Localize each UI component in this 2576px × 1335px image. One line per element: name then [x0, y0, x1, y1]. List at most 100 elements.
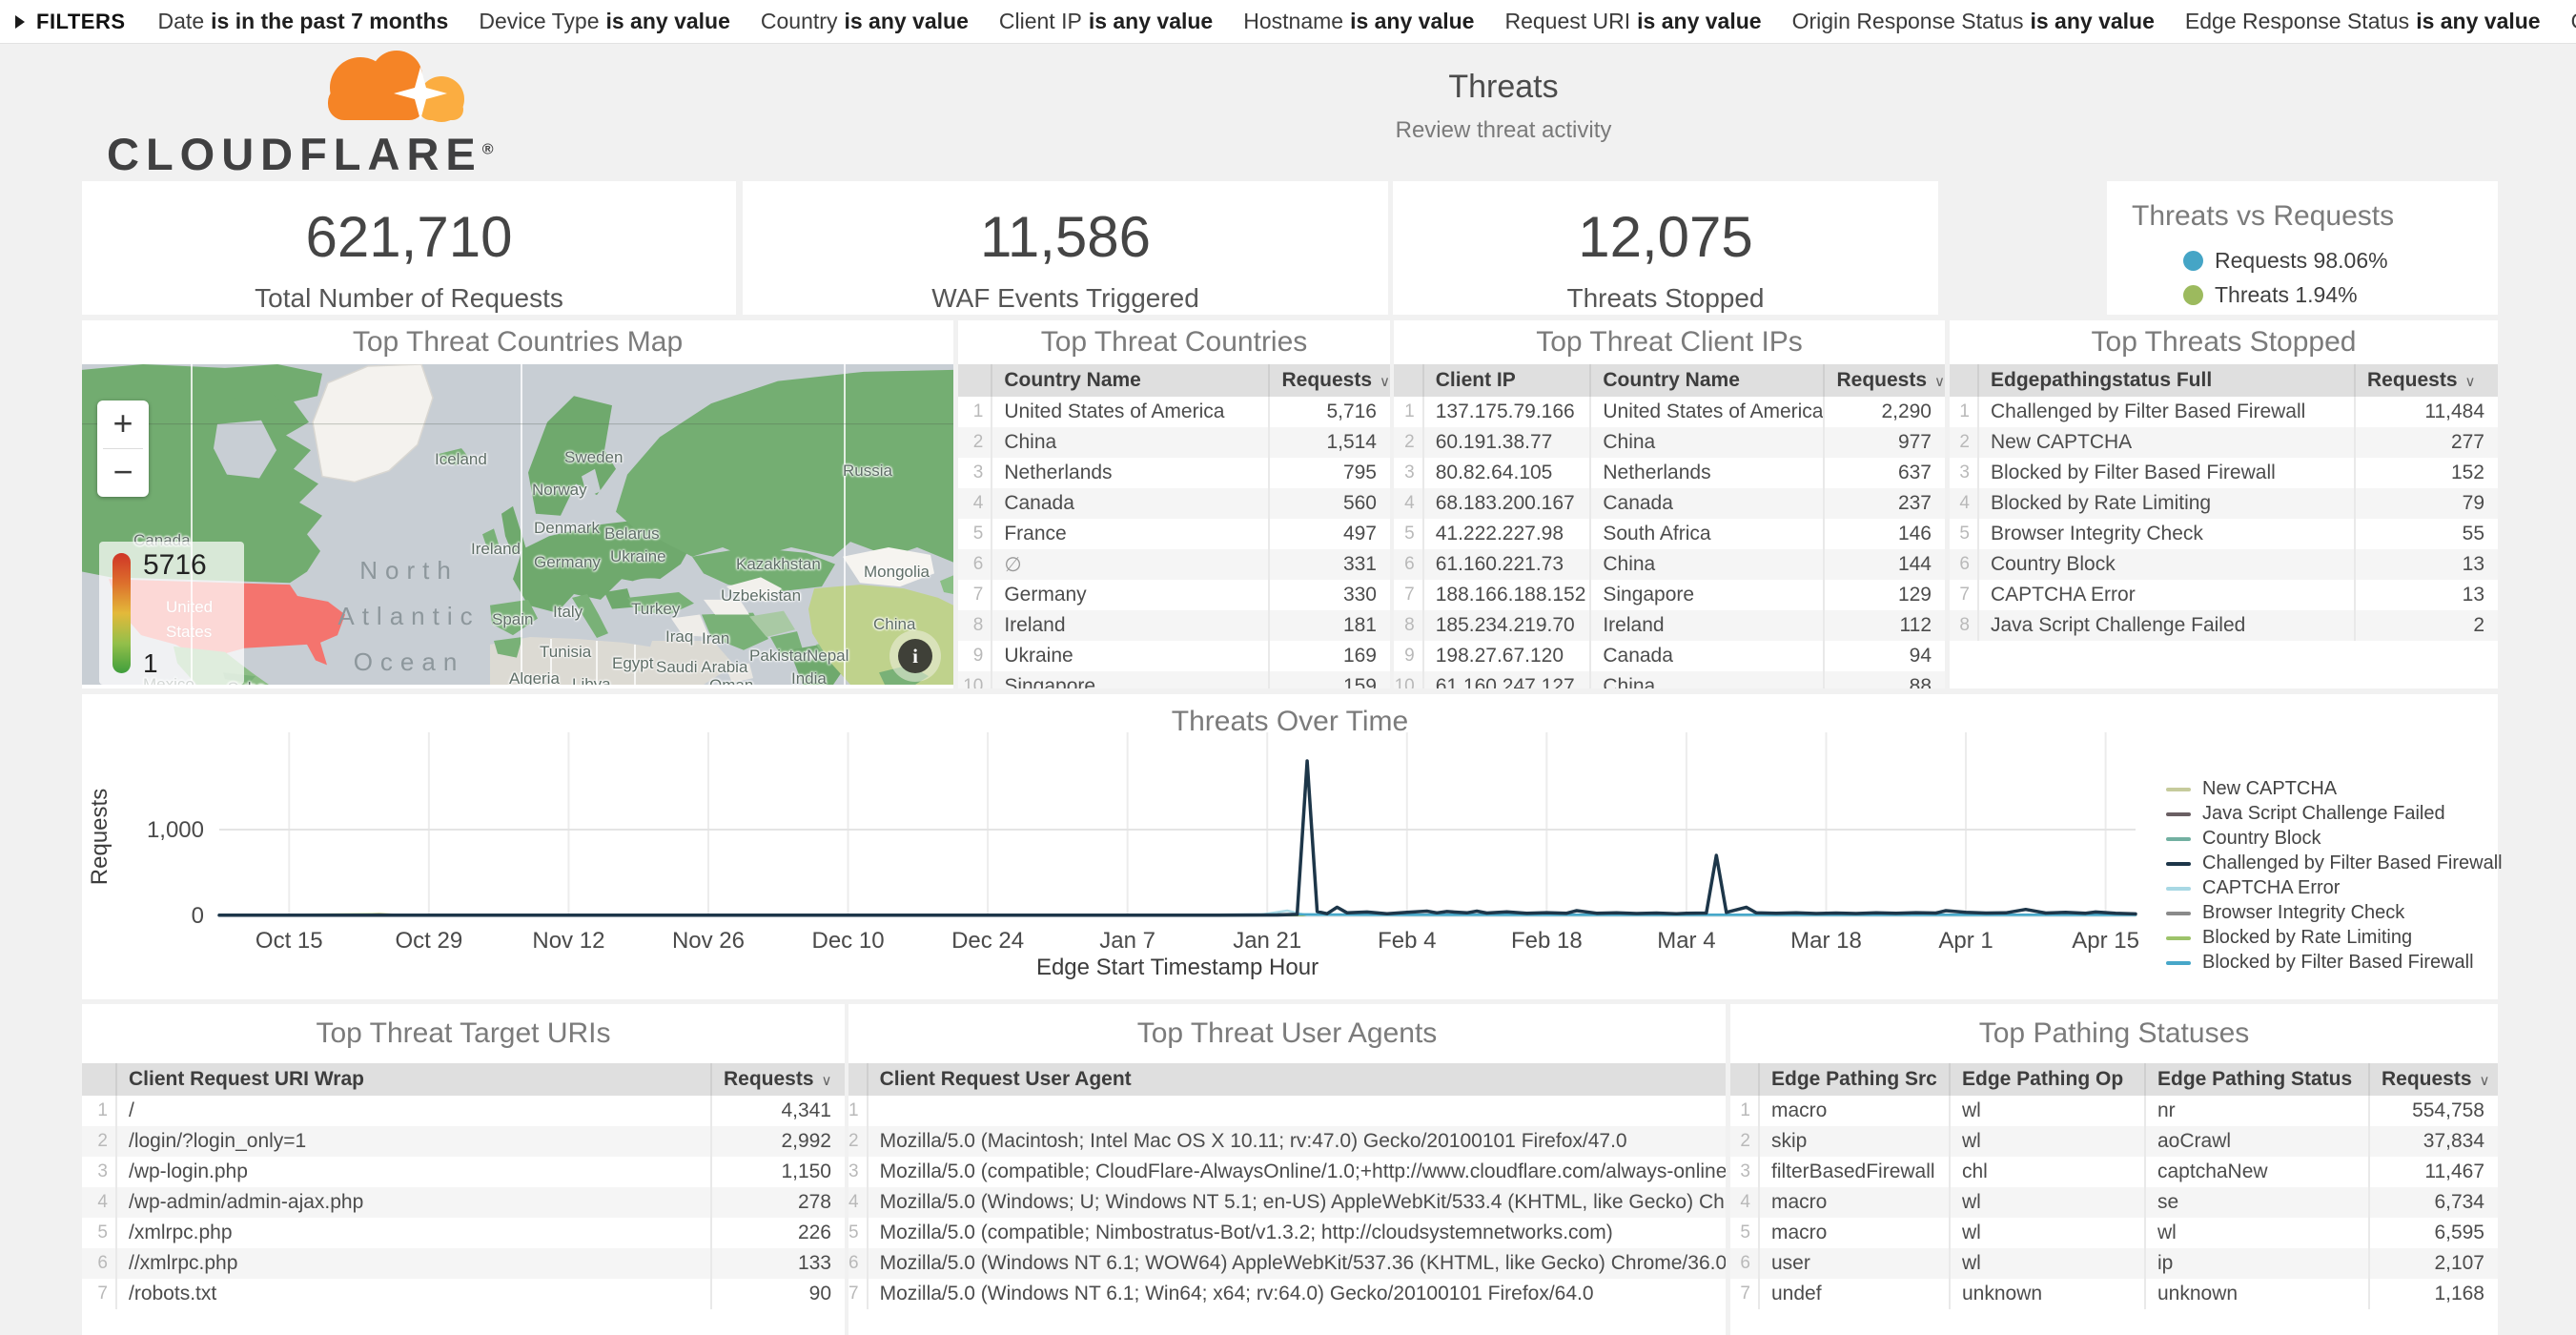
filter-chip[interactable]: Edge Response Statusis any value	[2185, 9, 2541, 34]
column-header[interactable]: Edge Pathing Op	[1950, 1063, 2145, 1096]
table-row[interactable]: 7Mozilla/5.0 (Windows NT 6.1; Win64; x64…	[848, 1279, 1726, 1309]
table-row[interactable]: 5macrowlwl6,595	[1730, 1218, 2498, 1248]
table-row[interactable]: 5Browser Integrity Check55	[1950, 519, 2498, 549]
table-row[interactable]: 468.183.200.167Canada237	[1394, 488, 1945, 519]
table-row[interactable]: 1061.160.247.127China88	[1394, 671, 1945, 688]
table-row[interactable]: 1/4,341	[82, 1096, 845, 1126]
table-row[interactable]: 7CAPTCHA Error13	[1950, 580, 2498, 610]
legend-item[interactable]: CAPTCHA Error	[2166, 877, 2503, 899]
table-row[interactable]: 4Mozilla/5.0 (Windows; U; Windows NT 5.1…	[848, 1187, 1726, 1218]
table-row[interactable]: 3/wp-login.php1,150	[82, 1157, 845, 1187]
svg-text:Jan 21: Jan 21	[1233, 928, 1301, 954]
filter-chip[interactable]: Hostnameis any value	[1243, 9, 1474, 34]
table-row[interactable]: 3filterBasedFirewallchlcaptchaNew11,467	[1730, 1157, 2498, 1187]
column-header[interactable]: Requests∨	[1269, 364, 1390, 397]
filter-chip[interactable]: Request URIis any value	[1504, 9, 1761, 34]
filter-chip[interactable]: Countryis any value	[761, 9, 969, 34]
column-header[interactable]: Country Name	[992, 364, 1269, 397]
legend-item[interactable]: Challenged by Filter Based Firewall	[2166, 852, 2503, 874]
column-header[interactable]: Edge Pathing Src	[1759, 1063, 1950, 1096]
table-row[interactable]: 3Netherlands795	[958, 458, 1390, 488]
legend-item[interactable]: Blocked by Filter Based Firewall	[2166, 952, 2503, 974]
table-row[interactable]: 1Challenged by Filter Based Firewall11,4…	[1950, 397, 2498, 427]
column-header[interactable]: Client Request URI Wrap	[116, 1063, 711, 1096]
legend-item[interactable]: Country Block	[2166, 828, 2503, 850]
card-title: Top Pathing Statuses	[1730, 1004, 2498, 1063]
map-label: Italy	[553, 603, 583, 622]
map-info-icon[interactable]: i	[898, 639, 932, 673]
map-label: Oman	[709, 676, 753, 685]
column-header[interactable]: Country Name	[1590, 364, 1824, 397]
world-map[interactable]: CanadaUnited StatesMexicoCubaIcelandSwed…	[82, 364, 953, 685]
table-row[interactable]: 7undefunknownunknown1,168	[1730, 1279, 2498, 1309]
legend-item[interactable]: New CAPTCHA	[2166, 778, 2503, 800]
threats-over-time-card: Threats Over Time Oct 15Oct 29Nov 12Nov …	[82, 694, 2498, 999]
legend-item[interactable]: Browser Integrity Check	[2166, 902, 2503, 924]
table-row[interactable]: 380.82.64.105Netherlands637	[1394, 458, 1945, 488]
filter-chip[interactable]: Dateis in the past 7 months	[158, 9, 449, 34]
table-row[interactable]: 6//xmlrpc.php133	[82, 1248, 845, 1279]
filters-expand-icon[interactable]	[15, 15, 25, 29]
column-header[interactable]: Client IP	[1423, 364, 1591, 397]
table-row[interactable]: 9198.27.67.120Canada94	[1394, 641, 1945, 671]
table-row[interactable]: 4macrowlse6,734	[1730, 1187, 2498, 1218]
table-row[interactable]: 1United States of America5,716	[958, 397, 1390, 427]
column-header[interactable]: Requests∨	[1824, 364, 1945, 397]
svg-text:Oct 15: Oct 15	[256, 928, 323, 954]
table-row[interactable]: 4Canada560	[958, 488, 1390, 519]
filter-bar: FILTERS Dateis in the past 7 months Devic…	[0, 0, 2576, 44]
table-row[interactable]: 2China1,514	[958, 427, 1390, 458]
table-row[interactable]: 2New CAPTCHA277	[1950, 427, 2498, 458]
legend-item[interactable]: Java Script Challenge Failed	[2166, 803, 2503, 825]
svg-text:1,000: 1,000	[147, 817, 204, 843]
table-row[interactable]: 4Blocked by Rate Limiting79	[1950, 488, 2498, 519]
filter-chip[interactable]: Origin IPis any value	[2571, 9, 2576, 34]
table-row[interactable]: 260.191.38.77China977	[1394, 427, 1945, 458]
threats-over-time-chart[interactable]: Oct 15Oct 29Nov 12Nov 26Dec 10Dec 24Jan …	[82, 694, 2498, 999]
table-row[interactable]: 3Blocked by Filter Based Firewall152	[1950, 458, 2498, 488]
table-row[interactable]: 2skipwlaoCrawl37,834	[1730, 1126, 2498, 1157]
table-row[interactable]: 6userwlip2,107	[1730, 1248, 2498, 1279]
column-header[interactable]: Requests∨	[2355, 364, 2498, 397]
table-row[interactable]: 3Mozilla/5.0 (compatible; CloudFlare-Alw…	[848, 1157, 1726, 1187]
table-row[interactable]: 7Germany330	[958, 580, 1390, 610]
zoom-out-button[interactable]: −	[97, 449, 149, 497]
table-row[interactable]: 5France497	[958, 519, 1390, 549]
table-row[interactable]: 8185.234.219.70Ireland112	[1394, 610, 1945, 641]
table-row[interactable]: 2/login/?login_only=12,992	[82, 1126, 845, 1157]
svg-text:Edge Start Timestamp Hour: Edge Start Timestamp Hour	[1036, 955, 1319, 980]
table-row[interactable]: 2Mozilla/5.0 (Macintosh; Intel Mac OS X …	[848, 1126, 1726, 1157]
table-row[interactable]: 8Ireland181	[958, 610, 1390, 641]
table-row[interactable]: 7188.166.188.152Singapore129	[1394, 580, 1945, 610]
table-row[interactable]: 4/wp-admin/admin-ajax.php278	[82, 1187, 845, 1218]
table-row[interactable]: 1	[848, 1096, 1726, 1126]
column-header[interactable]: Edge Pathing Status	[2145, 1063, 2369, 1096]
column-header[interactable]: Edgepathingstatus Full	[1978, 364, 2355, 397]
table-row[interactable]: 5/xmlrpc.php226	[82, 1218, 845, 1248]
table-row[interactable]: 6Country Block13	[1950, 549, 2498, 580]
filter-chip[interactable]: Device Typeis any value	[479, 9, 730, 34]
table-row[interactable]: 6Mozilla/5.0 (Windows NT 6.1; WOW64) App…	[848, 1248, 1726, 1279]
table-row[interactable]: 661.160.221.73China144	[1394, 549, 1945, 580]
filters-label[interactable]: FILTERS	[36, 10, 126, 34]
table-row[interactable]: 9Ukraine169	[958, 641, 1390, 671]
filter-chip[interactable]: Client IPis any value	[999, 9, 1213, 34]
table-row[interactable]: 1macrowlnr554,758	[1730, 1096, 2498, 1126]
legend-item[interactable]: Requests 98.06%	[2183, 248, 2498, 274]
column-header[interactable]: Client Request User Agent	[868, 1063, 1726, 1096]
top-threat-user-agents-card: Top Threat User Agents Client Request Us…	[848, 1004, 1726, 1335]
table-row[interactable]: 10Singapore159	[958, 671, 1390, 688]
table-row[interactable]: 5Mozilla/5.0 (compatible; Nimbostratus-B…	[848, 1218, 1726, 1248]
table-row[interactable]: 541.222.227.98South Africa146	[1394, 519, 1945, 549]
legend-item[interactable]: Blocked by Rate Limiting	[2166, 927, 2503, 949]
legend-item[interactable]: Threats 1.94%	[2183, 282, 2498, 308]
top-threat-user-agents-table: Client Request User Agent12Mozilla/5.0 (…	[848, 1063, 1726, 1309]
table-row[interactable]: 1137.175.79.166United States of America2…	[1394, 397, 1945, 427]
table-row[interactable]: 6∅331	[958, 549, 1390, 580]
column-header[interactable]: Requests∨	[2369, 1063, 2498, 1096]
table-row[interactable]: 7/robots.txt90	[82, 1279, 845, 1309]
column-header[interactable]: Requests∨	[711, 1063, 845, 1096]
filter-chip[interactable]: Origin Response Statusis any value	[1792, 9, 2155, 34]
zoom-in-button[interactable]: +	[97, 400, 149, 448]
table-row[interactable]: 8Java Script Challenge Failed2	[1950, 610, 2498, 641]
